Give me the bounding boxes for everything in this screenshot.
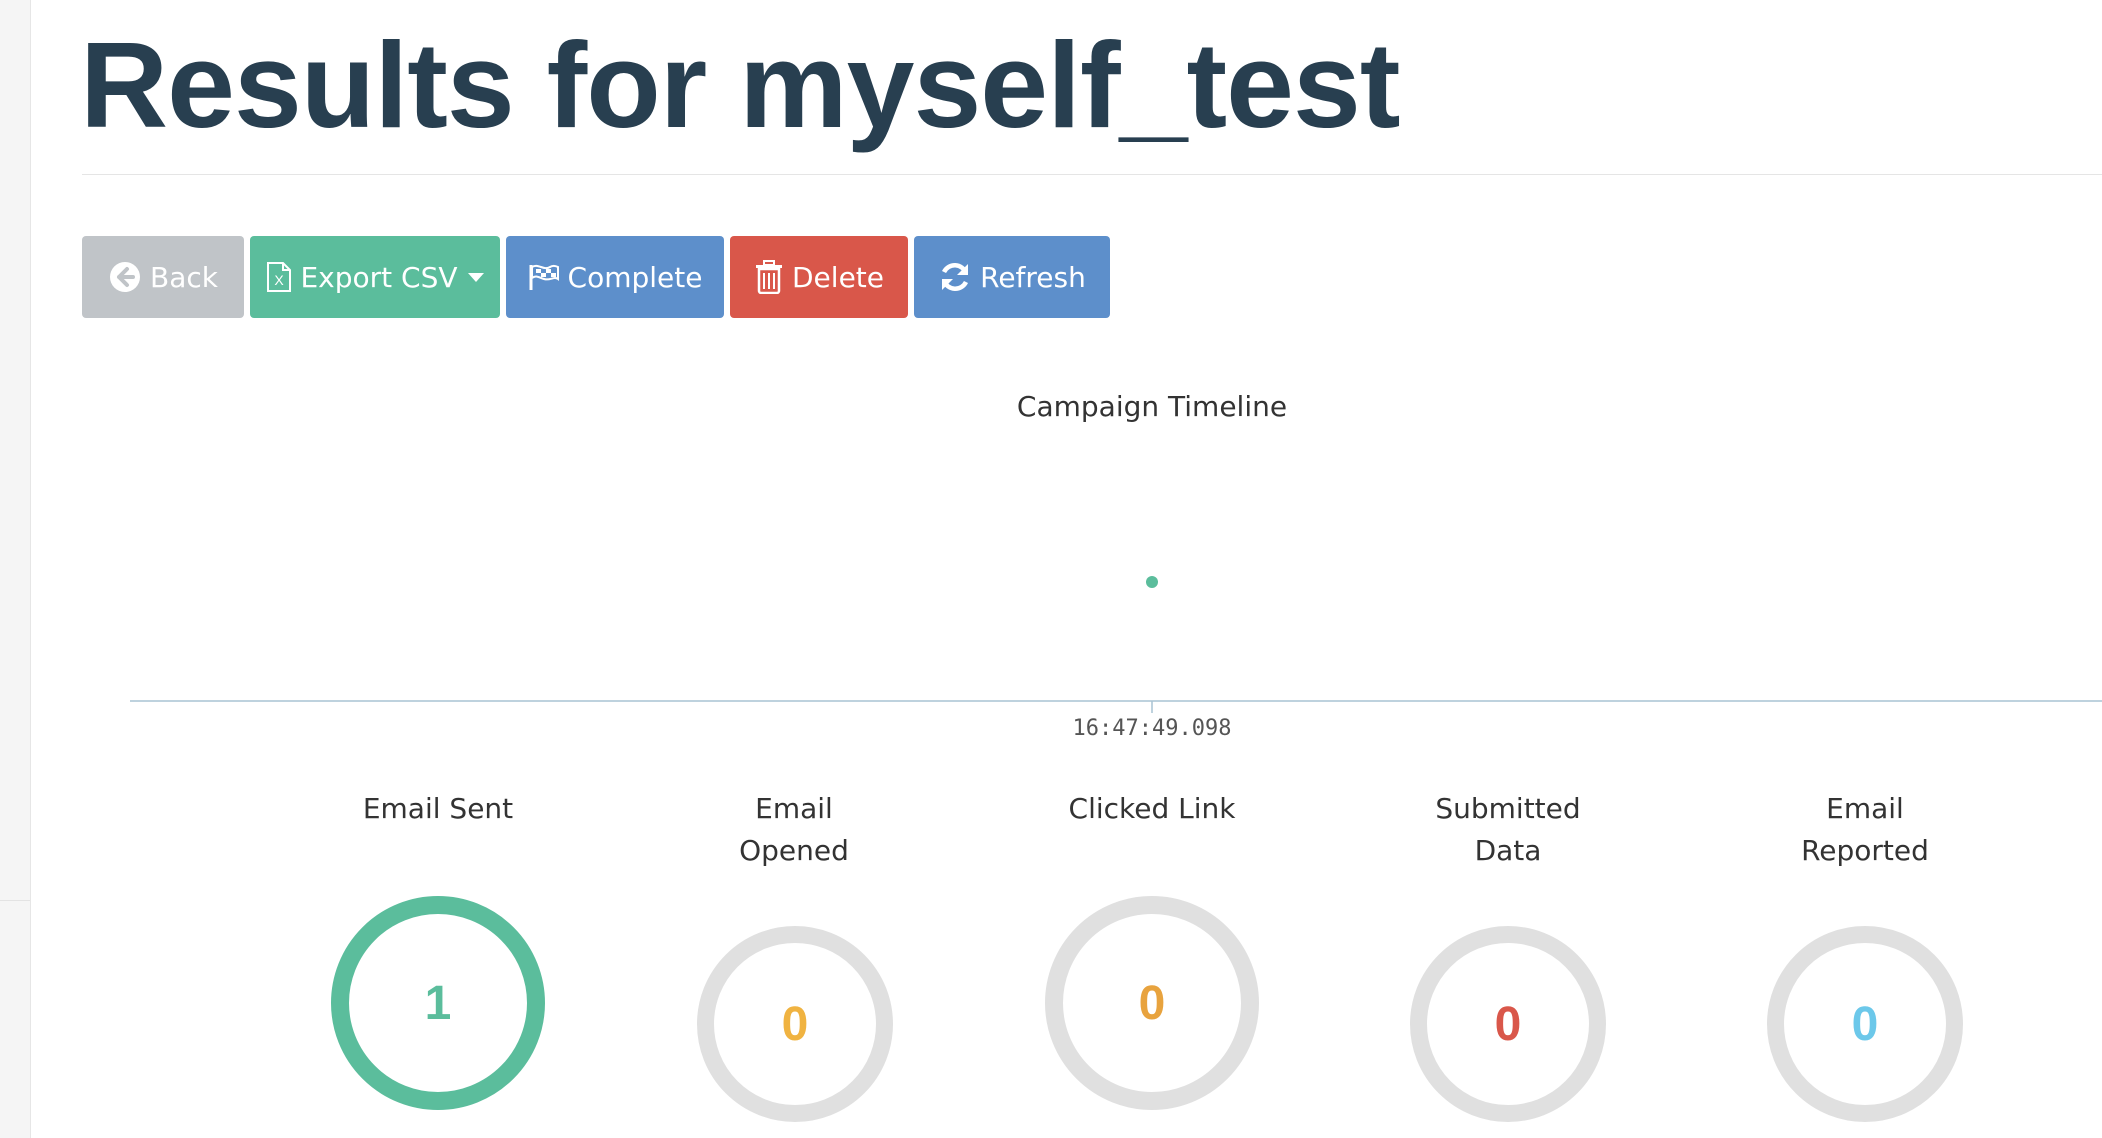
back-button[interactable]: Back (82, 236, 244, 318)
svg-text:X: X (275, 272, 285, 288)
timeline-event-point[interactable] (1146, 576, 1158, 588)
stat-email-opened: Email Opened (634, 788, 954, 872)
submitted-data-ring: 0 (1410, 926, 1606, 1122)
excel-file-icon: X (267, 262, 292, 292)
complete-button[interactable]: Complete (506, 236, 724, 318)
trash-icon (756, 260, 782, 294)
export-csv-label: Export CSV (300, 260, 458, 294)
stat-value: 0 (1138, 976, 1166, 1030)
delete-button-label: Delete (792, 260, 884, 294)
stat-value: 1 (424, 976, 452, 1030)
stat-label: Submitted Data (1435, 792, 1581, 867)
campaign-timeline-chart (130, 576, 2102, 713)
chevron-down-icon (467, 272, 484, 282)
stat-label: Email Opened (739, 792, 849, 867)
stat-label: Clicked Link (1068, 792, 1236, 825)
stat-value: 0 (1494, 997, 1522, 1051)
clicked-link-ring: 0 (1045, 896, 1259, 1110)
stat-value: 0 (781, 997, 809, 1051)
stat-label: Email Reported (1801, 792, 1929, 867)
email-sent-ring: 1 (331, 896, 545, 1110)
export-csv-button[interactable]: X Export CSV (250, 236, 500, 318)
back-button-label: Back (150, 260, 218, 294)
stat-email-sent: Email Sent (278, 788, 598, 830)
circle-arrow-left-icon (110, 262, 140, 292)
stat-label: Email Sent (362, 792, 514, 825)
flag-checkered-icon (529, 264, 559, 290)
refresh-button-label: Refresh (980, 260, 1086, 294)
complete-button-label: Complete (567, 260, 703, 294)
stat-email-reported: Email Reported (1705, 788, 2025, 872)
stat-clicked-link: Clicked Link (992, 788, 1312, 830)
timeline-tick-label: 16:47:49.098 (1072, 716, 1232, 741)
sidebar-divider (0, 900, 30, 901)
stat-submitted-data: Submitted Data (1348, 788, 1668, 872)
refresh-icon (942, 263, 969, 291)
refresh-button[interactable]: Refresh (914, 236, 1110, 318)
title-divider (82, 174, 2102, 175)
stat-value: 0 (1851, 997, 1879, 1051)
delete-button[interactable]: Delete (730, 236, 908, 318)
toolbar: Back X Export CSV Complete Delete Refres… (82, 236, 1110, 318)
email-opened-ring: 0 (697, 926, 893, 1122)
email-reported-ring: 0 (1767, 926, 1963, 1122)
page-title: Results for myself_test (80, 17, 1400, 153)
timeline-title: Campaign Timeline (1016, 390, 1288, 423)
